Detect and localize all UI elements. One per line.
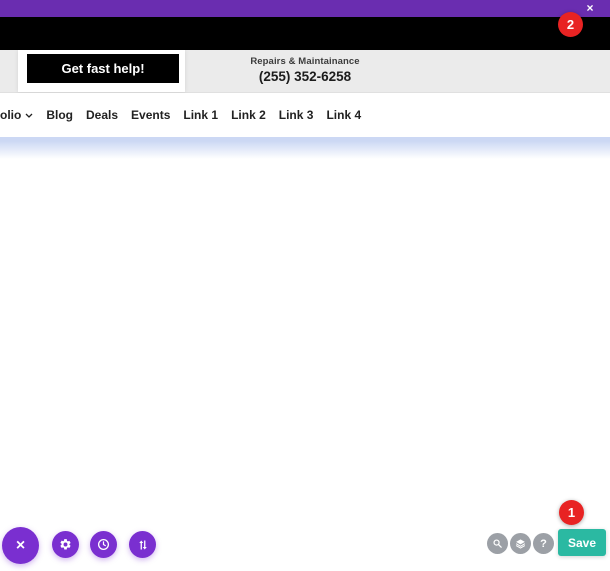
- portability-button[interactable]: [129, 531, 156, 558]
- annotation-badge-1: 1: [559, 500, 584, 525]
- nav-item-blog[interactable]: Blog: [46, 108, 73, 122]
- contact-label: Repairs & Maintainance: [225, 56, 385, 67]
- nav-item-link4[interactable]: Link 4: [326, 108, 361, 122]
- help-button[interactable]: ?: [533, 533, 554, 554]
- site-nav: olio Blog Deals Events Link 1 Link 2 Lin…: [0, 93, 610, 137]
- magnifier-icon: [492, 538, 503, 549]
- contact-phone: (255) 352-6258: [225, 69, 385, 84]
- nav-item-link3[interactable]: Link 3: [279, 108, 314, 122]
- section-fade-divider: [0, 137, 610, 159]
- clock-icon: [97, 538, 110, 551]
- nav-item-portfolio[interactable]: olio: [0, 108, 33, 122]
- close-icon[interactable]: ×: [583, 0, 597, 16]
- builder-notice-bar: ×: [0, 0, 610, 17]
- nav-item-link1[interactable]: Link 1: [183, 108, 218, 122]
- history-button[interactable]: [90, 531, 117, 558]
- site-header: Get fast help! Repairs & Maintainance (2…: [0, 50, 610, 93]
- contact-info: Repairs & Maintainance (255) 352-6258: [225, 56, 385, 84]
- save-button[interactable]: Save: [558, 529, 606, 556]
- site-top-black-bar: [0, 17, 610, 50]
- settings-button[interactable]: [52, 531, 79, 558]
- cta-card: Get fast help!: [18, 50, 185, 92]
- zoom-button[interactable]: [487, 533, 508, 554]
- builder-exit-button[interactable]: ×: [2, 527, 39, 564]
- nav-item-deals[interactable]: Deals: [86, 108, 118, 122]
- view-mode-button[interactable]: [510, 533, 531, 554]
- annotation-badge-2: 2: [558, 12, 583, 37]
- layers-icon: [515, 538, 526, 549]
- gear-icon: [59, 538, 72, 551]
- divi-builder-screen: × 2 Get fast help! Repairs & Maintainanc…: [0, 0, 610, 571]
- nav-item-link2[interactable]: Link 2: [231, 108, 266, 122]
- question-icon: ?: [540, 538, 547, 550]
- chevron-down-icon: [25, 113, 33, 118]
- get-fast-help-button[interactable]: Get fast help!: [27, 54, 179, 83]
- swap-vertical-icon: [137, 539, 149, 551]
- nav-item-label: olio: [0, 108, 21, 122]
- nav-item-events[interactable]: Events: [131, 108, 170, 122]
